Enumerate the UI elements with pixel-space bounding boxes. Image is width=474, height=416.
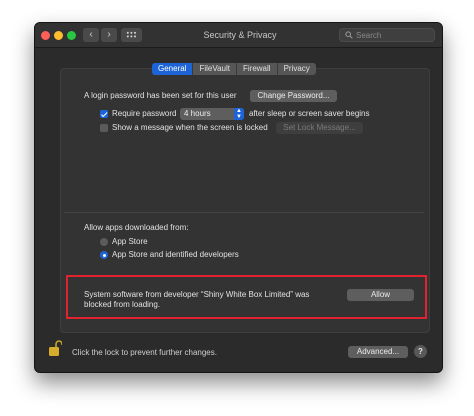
require-password-delay-popup[interactable]: 4 hours ▲ ▼ [180,108,244,120]
tab-filevault[interactable]: FileVault [193,63,237,75]
search-input[interactable] [356,29,432,41]
highlight-box [66,275,427,319]
delay-value: 4 hours [184,109,211,118]
back-button[interactable]: ‹ [83,28,99,42]
require-password-label: Require password [112,109,177,118]
search-icon [345,31,353,39]
require-password-suffix: after sleep or screen saver begins [249,109,370,118]
chevron-updown-icon: ▲ ▼ [234,108,244,120]
allow-apps-heading: Allow apps downloaded from: [84,223,189,232]
require-password-checkbox[interactable] [100,110,108,118]
zoom-button[interactable] [67,31,76,40]
show-message-checkbox[interactable] [100,124,108,132]
tab-general[interactable]: General [152,63,194,75]
show-all-button[interactable] [121,28,142,42]
tab-privacy[interactable]: Privacy [277,63,316,75]
title-bar: ‹ › Security & Privacy [35,23,442,48]
login-password-text: A login password has been set for this u… [84,91,237,100]
window-title: Security & Privacy [203,30,277,40]
tab-firewall[interactable]: Firewall [237,63,278,75]
change-password-button[interactable]: Change Password... [250,90,337,102]
set-lock-message-button[interactable]: Set Lock Message... [276,122,363,134]
forward-button[interactable]: › [101,28,117,42]
radio-app-store[interactable] [100,238,108,246]
radio-identified-developers-label: App Store and identified developers [112,250,239,259]
preferences-window: ‹ › Security & Privacy General FileVault… [34,22,443,373]
search-field[interactable] [339,28,435,42]
section-divider [64,212,424,213]
tab-bar: General FileVault Firewall Privacy [152,63,316,75]
radio-app-store-label: App Store [112,237,148,246]
radio-identified-developers[interactable] [100,251,108,259]
grid-icon [126,31,137,39]
close-button[interactable] [41,31,50,40]
lock-caption: Click the lock to prevent further change… [72,348,217,357]
advanced-button[interactable]: Advanced... [348,346,408,358]
help-button[interactable]: ? [414,345,427,358]
minimize-button[interactable] [54,31,63,40]
lock-icon[interactable] [48,339,62,357]
show-message-label: Show a message when the screen is locked [112,123,268,132]
